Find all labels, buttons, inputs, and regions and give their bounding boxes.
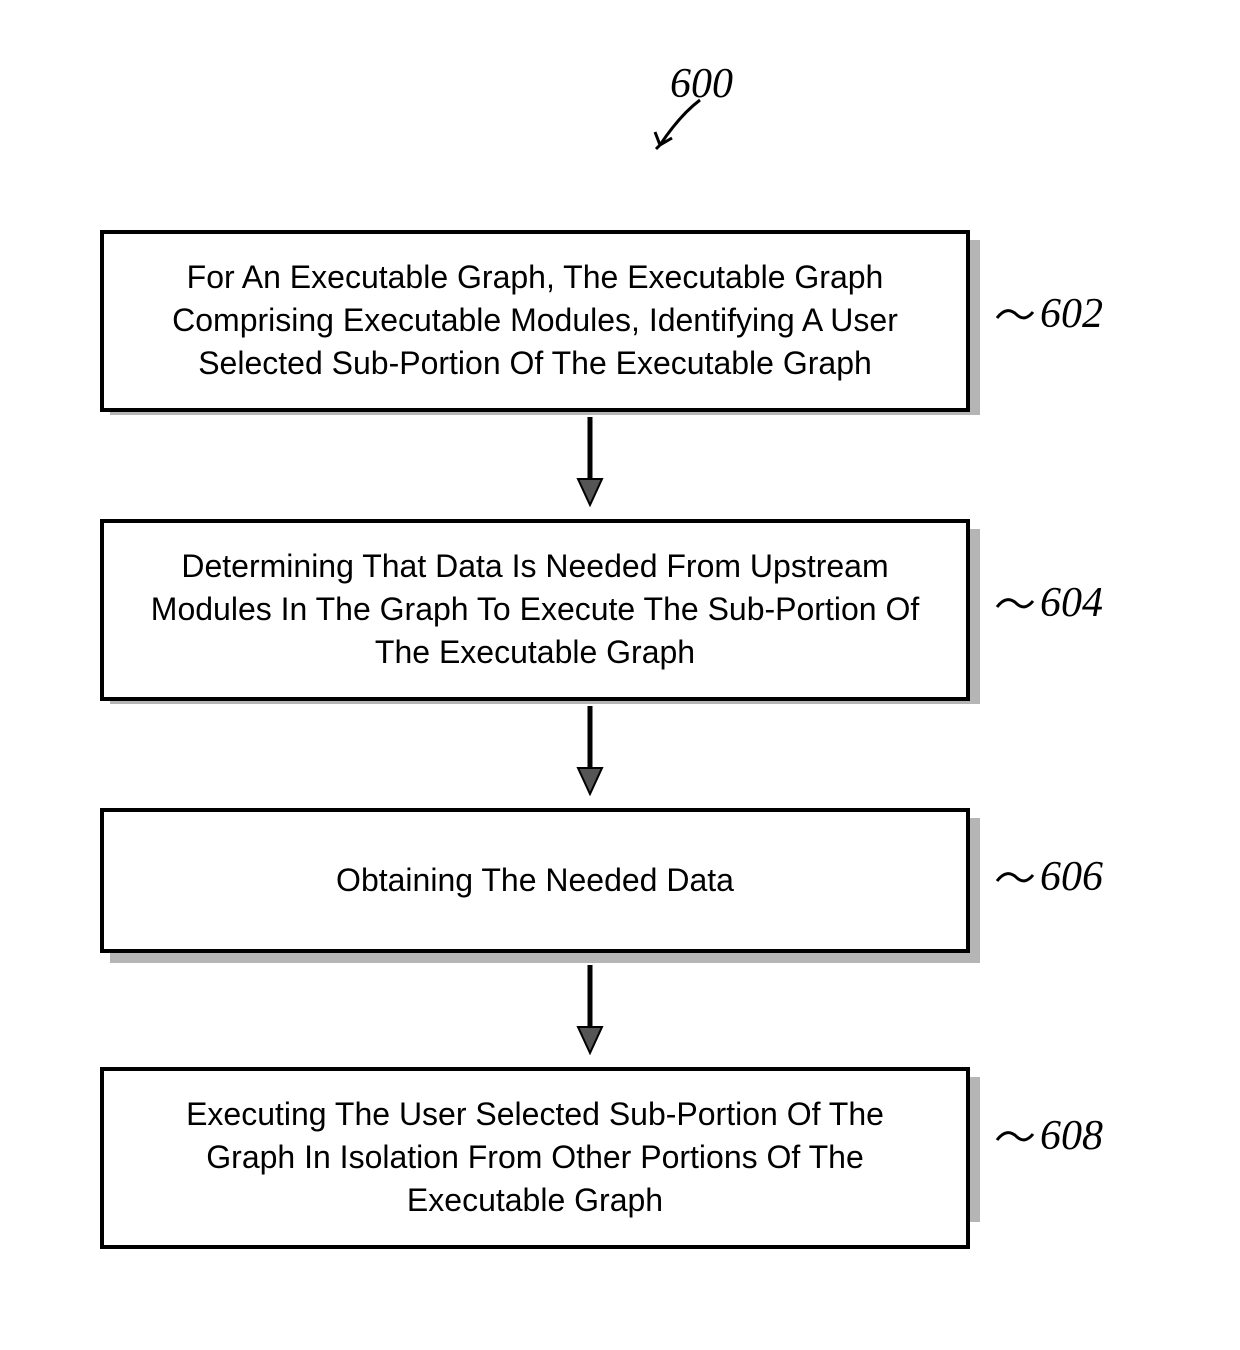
flowchart-step-box: Executing The User Selected Sub-Portion … — [100, 1067, 970, 1249]
step-ref-label: 602 — [1040, 290, 1103, 338]
flowchart-step-text: For An Executable Graph, The Executable … — [144, 256, 926, 386]
flowchart-step: For An Executable Graph, The Executable … — [100, 230, 970, 405]
step-ref-label: 606 — [1040, 853, 1103, 901]
ref-connector-icon — [995, 1122, 1035, 1152]
ref-connector-icon — [995, 300, 1035, 330]
arrow-down-icon — [570, 417, 610, 507]
flowchart-step-box: Obtaining The Needed Data — [100, 808, 970, 953]
flowchart-step: Determining That Data Is Needed From Ups… — [100, 519, 970, 694]
ref-connector-icon — [995, 863, 1035, 893]
flowchart-step: Executing The User Selected Sub-Portion … — [100, 1067, 970, 1212]
step-ref-label: 608 — [1040, 1112, 1103, 1160]
flowchart-step-text: Determining That Data Is Needed From Ups… — [144, 545, 926, 675]
step-ref-label: 604 — [1040, 579, 1103, 627]
flowchart: For An Executable Graph, The Executable … — [100, 230, 1080, 1212]
flowchart-step-box: For An Executable Graph, The Executable … — [100, 230, 970, 412]
ref-connector-icon — [995, 589, 1035, 619]
arrow-down-icon — [570, 706, 610, 796]
diagram-ref-arrow-icon — [640, 90, 710, 160]
flowchart-step-text: Obtaining The Needed Data — [336, 859, 734, 902]
flowchart-step-text: Executing The User Selected Sub-Portion … — [144, 1093, 926, 1223]
arrow-down-icon — [570, 965, 610, 1055]
flowchart-step-box: Determining That Data Is Needed From Ups… — [100, 519, 970, 701]
flowchart-step: Obtaining The Needed Data 606 — [100, 808, 970, 953]
